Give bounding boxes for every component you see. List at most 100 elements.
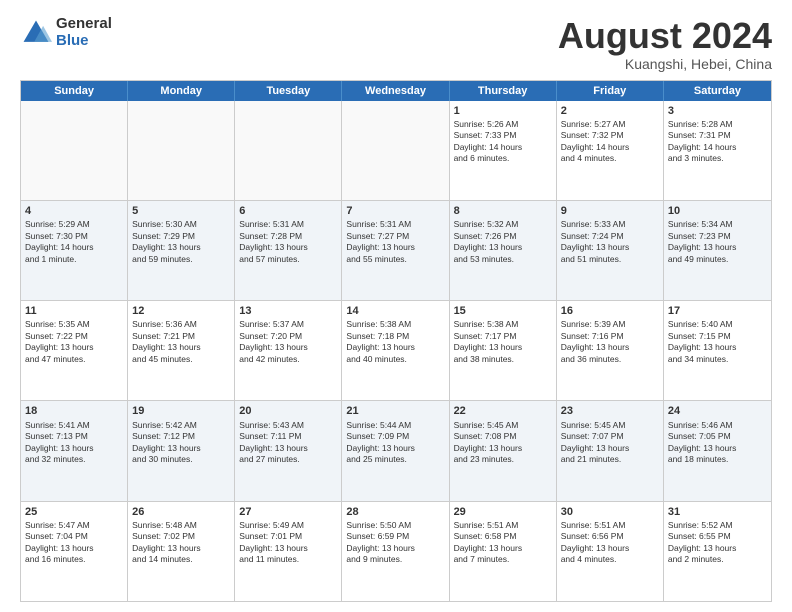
day-number: 13: [239, 304, 337, 318]
day-number: 9: [561, 204, 659, 218]
day-number: 22: [454, 404, 552, 418]
calendar-row-2: 11Sunrise: 5:35 AM Sunset: 7:22 PM Dayli…: [21, 300, 771, 400]
day-number: 15: [454, 304, 552, 318]
day-number: 29: [454, 505, 552, 519]
calendar-body: 1Sunrise: 5:26 AM Sunset: 7:33 PM Daylig…: [21, 101, 771, 601]
day-number: 31: [668, 505, 767, 519]
day-number: 20: [239, 404, 337, 418]
calendar-cell-13: 13Sunrise: 5:37 AM Sunset: 7:20 PM Dayli…: [235, 301, 342, 400]
calendar-cell-28: 28Sunrise: 5:50 AM Sunset: 6:59 PM Dayli…: [342, 502, 449, 601]
cell-text: Sunrise: 5:26 AM Sunset: 7:33 PM Dayligh…: [454, 119, 552, 165]
logo: General Blue: [20, 16, 112, 49]
header-day-thursday: Thursday: [450, 81, 557, 101]
calendar-cell-16: 16Sunrise: 5:39 AM Sunset: 7:16 PM Dayli…: [557, 301, 664, 400]
month-title: August 2024: [558, 16, 772, 56]
title-block: August 2024 Kuangshi, Hebei, China: [558, 16, 772, 72]
calendar-row-4: 25Sunrise: 5:47 AM Sunset: 7:04 PM Dayli…: [21, 501, 771, 601]
calendar-cell-22: 22 Sunrise: 5:45 AM Sunset: 7:08 PM Dayli…: [450, 401, 557, 500]
calendar-cell-5: 5Sunrise: 5:30 AM Sunset: 7:29 PM Daylig…: [128, 201, 235, 300]
cell-text: Sunrise: 5:38 AM Sunset: 7:18 PM Dayligh…: [346, 319, 444, 365]
cell-text: Sunrise: 5:52 AM Sunset: 6:55 PM Dayligh…: [668, 520, 767, 566]
cell-text: Sunrise: 5:34 AM Sunset: 7:23 PM Dayligh…: [668, 219, 767, 265]
calendar-cell-9: 9Sunrise: 5:33 AM Sunset: 7:24 PM Daylig…: [557, 201, 664, 300]
calendar-cell-1: 1Sunrise: 5:26 AM Sunset: 7:33 PM Daylig…: [450, 101, 557, 200]
calendar-cell-8: 8Sunrise: 5:32 AM Sunset: 7:26 PM Daylig…: [450, 201, 557, 300]
cell-text: Sunrise: 5:29 AM Sunset: 7:30 PM Dayligh…: [25, 219, 123, 265]
day-number: 19: [132, 404, 230, 418]
cell-text: Sunrise: 5:30 AM Sunset: 7:29 PM Dayligh…: [132, 219, 230, 265]
logo-blue: Blue: [56, 33, 112, 50]
calendar-cell-27: 27Sunrise: 5:49 AM Sunset: 7:01 PM Dayli…: [235, 502, 342, 601]
cell-text: Sunrise: 5:51 AM Sunset: 6:58 PM Dayligh…: [454, 520, 552, 566]
cell-text: Sunrise: 5:48 AM Sunset: 7:02 PM Dayligh…: [132, 520, 230, 566]
cell-text: Sunrise: 5:51 AM Sunset: 6:56 PM Dayligh…: [561, 520, 659, 566]
day-number: 1: [454, 104, 552, 118]
cell-text: Sunrise: 5:49 AM Sunset: 7:01 PM Dayligh…: [239, 520, 337, 566]
calendar-cell-empty-0-1: [128, 101, 235, 200]
cell-text: Sunrise: 5:40 AM Sunset: 7:15 PM Dayligh…: [668, 319, 767, 365]
day-number: 25: [25, 505, 123, 519]
cell-text: Sunrise: 5:42 AM Sunset: 7:12 PM Dayligh…: [132, 420, 230, 466]
cell-text: Sunrise: 5:35 AM Sunset: 7:22 PM Dayligh…: [25, 319, 123, 365]
cell-text: Sunrise: 5:27 AM Sunset: 7:32 PM Dayligh…: [561, 119, 659, 165]
calendar-cell-26: 26Sunrise: 5:48 AM Sunset: 7:02 PM Dayli…: [128, 502, 235, 601]
cell-text: Sunrise: 5:43 AM Sunset: 7:11 PM Dayligh…: [239, 420, 337, 466]
logo-text: General Blue: [56, 16, 112, 49]
header-day-monday: Monday: [128, 81, 235, 101]
cell-text: Sunrise: 5:28 AM Sunset: 7:31 PM Dayligh…: [668, 119, 767, 165]
day-number: 28: [346, 505, 444, 519]
day-number: 30: [561, 505, 659, 519]
calendar-cell-15: 15Sunrise: 5:38 AM Sunset: 7:17 PM Dayli…: [450, 301, 557, 400]
header-day-friday: Friday: [557, 81, 664, 101]
calendar-cell-11: 11Sunrise: 5:35 AM Sunset: 7:22 PM Dayli…: [21, 301, 128, 400]
day-number: 14: [346, 304, 444, 318]
page-header: General Blue August 2024 Kuangshi, Hebei…: [20, 16, 772, 72]
day-number: 8: [454, 204, 552, 218]
cell-text: Sunrise: 5:32 AM Sunset: 7:26 PM Dayligh…: [454, 219, 552, 265]
header-day-sunday: Sunday: [21, 81, 128, 101]
cell-text: Sunrise: 5:39 AM Sunset: 7:16 PM Dayligh…: [561, 319, 659, 365]
cell-text: Sunrise: 5:41 AM Sunset: 7:13 PM Dayligh…: [25, 420, 123, 466]
calendar-cell-30: 30Sunrise: 5:51 AM Sunset: 6:56 PM Dayli…: [557, 502, 664, 601]
calendar-cell-10: 10Sunrise: 5:34 AM Sunset: 7:23 PM Dayli…: [664, 201, 771, 300]
cell-text: Sunrise: 5:45 AM Sunset: 7:07 PM Dayligh…: [561, 420, 659, 466]
calendar-cell-4: 4Sunrise: 5:29 AM Sunset: 7:30 PM Daylig…: [21, 201, 128, 300]
cell-text: Sunrise: 5:37 AM Sunset: 7:20 PM Dayligh…: [239, 319, 337, 365]
day-number: 2: [561, 104, 659, 118]
cell-text: Sunrise: 5:31 AM Sunset: 7:27 PM Dayligh…: [346, 219, 444, 265]
header-day-wednesday: Wednesday: [342, 81, 449, 101]
calendar-cell-6: 6Sunrise: 5:31 AM Sunset: 7:28 PM Daylig…: [235, 201, 342, 300]
calendar-cell-empty-0-0: [21, 101, 128, 200]
calendar-row-1: 4Sunrise: 5:29 AM Sunset: 7:30 PM Daylig…: [21, 200, 771, 300]
location: Kuangshi, Hebei, China: [558, 56, 772, 72]
day-number: 11: [25, 304, 123, 318]
calendar-cell-17: 17Sunrise: 5:40 AM Sunset: 7:15 PM Dayli…: [664, 301, 771, 400]
day-number: 18: [25, 404, 123, 418]
calendar-cell-empty-0-2: [235, 101, 342, 200]
cell-text: Sunrise: 5:47 AM Sunset: 7:04 PM Dayligh…: [25, 520, 123, 566]
calendar-cell-23: 23Sunrise: 5:45 AM Sunset: 7:07 PM Dayli…: [557, 401, 664, 500]
day-number: 4: [25, 204, 123, 218]
calendar-cell-12: 12Sunrise: 5:36 AM Sunset: 7:21 PM Dayli…: [128, 301, 235, 400]
day-number: 24: [668, 404, 767, 418]
calendar-cell-24: 24Sunrise: 5:46 AM Sunset: 7:05 PM Dayli…: [664, 401, 771, 500]
cell-text: Sunrise: 5:38 AM Sunset: 7:17 PM Dayligh…: [454, 319, 552, 365]
cell-text: Sunrise: 5:50 AM Sunset: 6:59 PM Dayligh…: [346, 520, 444, 566]
calendar-cell-25: 25Sunrise: 5:47 AM Sunset: 7:04 PM Dayli…: [21, 502, 128, 601]
calendar-cell-31: 31Sunrise: 5:52 AM Sunset: 6:55 PM Dayli…: [664, 502, 771, 601]
calendar-cell-7: 7Sunrise: 5:31 AM Sunset: 7:27 PM Daylig…: [342, 201, 449, 300]
day-number: 7: [346, 204, 444, 218]
day-number: 27: [239, 505, 337, 519]
calendar-cell-18: 18 Sunrise: 5:41 AM Sunset: 7:13 PM Dayli…: [21, 401, 128, 500]
calendar-row-0: 1Sunrise: 5:26 AM Sunset: 7:33 PM Daylig…: [21, 101, 771, 200]
cell-text: Sunrise: 5:45 AM Sunset: 7:08 PM Dayligh…: [454, 420, 552, 466]
day-number: 16: [561, 304, 659, 318]
calendar-cell-29: 29Sunrise: 5:51 AM Sunset: 6:58 PM Dayli…: [450, 502, 557, 601]
calendar-row-3: 18 Sunrise: 5:41 AM Sunset: 7:13 PM Dayli…: [21, 400, 771, 500]
calendar-cell-empty-0-3: [342, 101, 449, 200]
calendar-cell-2: 2Sunrise: 5:27 AM Sunset: 7:32 PM Daylig…: [557, 101, 664, 200]
calendar-cell-21: 21Sunrise: 5:44 AM Sunset: 7:09 PM Dayli…: [342, 401, 449, 500]
day-number: 26: [132, 505, 230, 519]
header-day-saturday: Saturday: [664, 81, 771, 101]
calendar: SundayMondayTuesdayWednesdayThursdayFrid…: [20, 80, 772, 602]
